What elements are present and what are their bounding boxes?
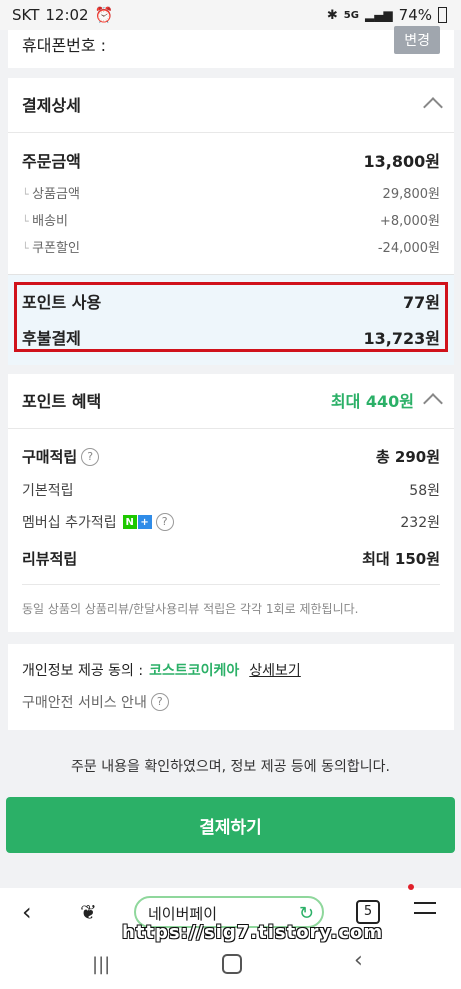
signal-icon: ▂▄▆ <box>364 8 393 22</box>
5g-icon: 5G <box>343 9 359 21</box>
carrier-label: SKT <box>12 6 40 24</box>
menu-icon[interactable] <box>414 902 436 914</box>
bluetooth-icon: ✱ <box>326 7 338 23</box>
point-use-label: 포인트 사용 <box>22 293 102 312</box>
review-reward-value: 최대 150원 <box>362 550 440 568</box>
pay-button[interactable]: 결제하기 <box>6 797 455 853</box>
collapse-chevron-icon[interactable] <box>423 393 443 413</box>
privacy-consent-label: 개인정보 제공 동의 : <box>22 663 144 679</box>
deferred-payment-value: 13,723원 <box>363 329 440 348</box>
help-icon[interactable]: ? <box>155 513 174 531</box>
membership-reward-value: 232원 <box>400 515 440 531</box>
purchase-reward-label: 구매적립 <box>22 448 78 466</box>
battery-icon <box>438 7 447 23</box>
battery-percent: 74% <box>398 6 432 24</box>
help-icon[interactable]: ? <box>81 447 100 466</box>
home-icon[interactable] <box>222 954 242 974</box>
phone-label: 휴대폰번호 : <box>22 36 107 55</box>
back-icon[interactable]: ‹ <box>22 898 32 926</box>
basic-reward-value: 58원 <box>409 483 440 499</box>
privacy-company-link[interactable]: 코스트코이케아 <box>149 660 239 680</box>
watermark-text: https://sig7.tistory.com <box>122 922 384 943</box>
naver-plus-badge-icon: N + <box>122 515 152 529</box>
max-benefit-value: 최대 440원 <box>330 392 414 411</box>
clock-time: 12:02 <box>45 6 89 24</box>
reward-notice: 동일 상품의 상품리뷰/한달사용리뷰 적립은 각각 1회로 제한됩니다. <box>22 602 359 616</box>
collapse-chevron-icon[interactable] <box>423 97 443 117</box>
recent-apps-icon[interactable]: ||| <box>92 954 110 975</box>
agree-text: 주문 내용을 확인하였으며, 정보 제공 등에 동의합니다. <box>71 759 390 775</box>
point-benefit-card: 포인트 혜택 최대 440원 구매적립 ? 총 290원 기본적립 58원 멤버… <box>8 374 454 632</box>
browser-bottom-bar: ‹ ❦ 네이버페이 ↻ 5 https://sig7.tistory.com |… <box>0 884 461 989</box>
tab-count-button[interactable]: 5 <box>356 900 380 924</box>
change-phone-button[interactable]: 변경 <box>394 26 440 54</box>
safety-service-label: 구매안전 서비스 안내 <box>22 695 147 711</box>
product-amount-value: 29,800원 <box>382 187 440 202</box>
consent-card: 개인정보 제공 동의 : 코스트코이케아 상세보기 구매안전 서비스 안내 ? <box>8 644 454 730</box>
payment-detail-card: 결제상세 주문금액 13,800원 상품금액 29,800원 배송비 +8,00… <box>8 78 454 365</box>
buyer-info-card: 휴대폰번호 : 변경 <box>8 26 454 68</box>
alarm-icon: ⏰ <box>94 6 114 24</box>
payment-detail-title: 결제상세 <box>22 96 81 115</box>
notification-dot-icon <box>408 884 414 890</box>
product-amount-label: 상품금액 <box>22 183 80 202</box>
highlight-box: 포인트 사용 77원 후불결제 13,723원 <box>8 274 454 365</box>
point-benefit-title: 포인트 혜택 <box>22 392 102 411</box>
coupon-label: 쿠폰할인 <box>22 237 80 256</box>
basic-reward-label: 기본적립 <box>22 483 74 499</box>
coupon-value: -24,000원 <box>377 241 440 256</box>
address-text: 네이버페이 <box>148 905 218 923</box>
privacy-detail-link[interactable]: 상세보기 <box>249 660 301 680</box>
deferred-payment-label: 후불결제 <box>22 329 81 348</box>
system-back-icon[interactable]: ‹ <box>354 948 363 973</box>
review-reward-label: 리뷰적립 <box>22 550 78 568</box>
status-bar: SKT 12:02 ⏰ ✱ 5G ▂▄▆ 74% <box>0 0 461 30</box>
order-amount-label: 주문금액 <box>22 152 81 171</box>
leaf-icon[interactable]: ❦ <box>80 900 97 924</box>
order-amount-value: 13,800원 <box>363 152 440 171</box>
shipping-label: 배송비 <box>22 210 68 229</box>
shipping-value: +8,000원 <box>379 214 440 229</box>
membership-reward-label: 멤버십 추가적립 <box>22 515 117 531</box>
help-icon[interactable]: ? <box>150 693 169 711</box>
point-use-value: 77원 <box>403 293 440 312</box>
purchase-reward-total: 총 290원 <box>375 448 440 466</box>
